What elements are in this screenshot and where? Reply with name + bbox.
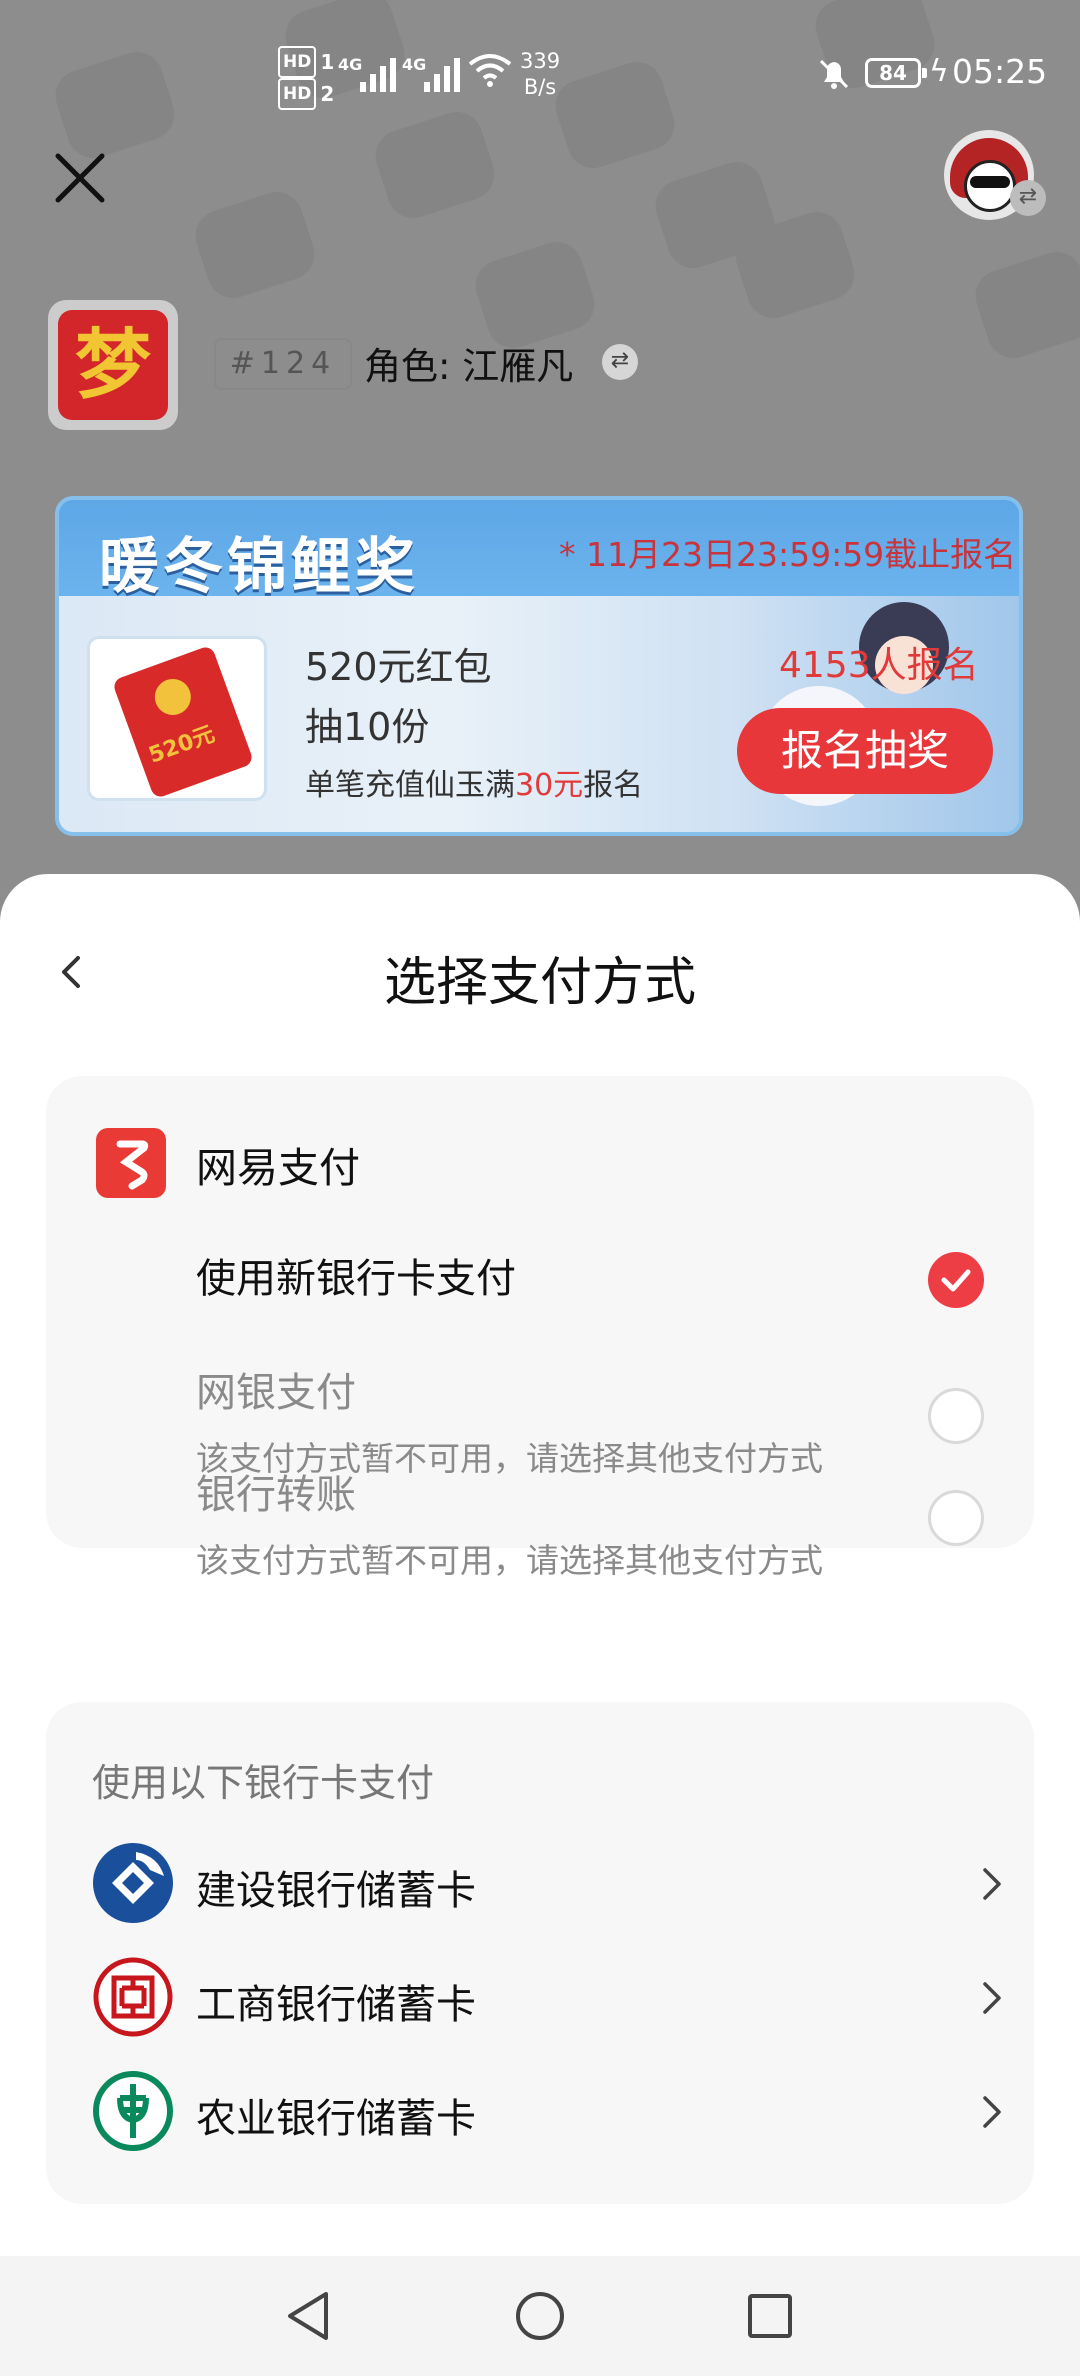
unavailable-note: 该支付方式暂不可用，请选择其他支付方式: [196, 1541, 823, 1580]
wifi-icon: [468, 54, 512, 87]
nav-recents-icon[interactable]: [738, 2284, 802, 2348]
prize-image: 520元: [87, 636, 267, 801]
chevron-right-icon: [983, 1868, 1001, 1900]
provider-title: 网易支付: [196, 1144, 360, 1192]
prize-name: 520元红包: [305, 645, 492, 689]
status-bar: HD 1 HD 2 4G 4G 339 B/s 84 ϟ 05:25: [0, 0, 1080, 150]
chevron-right-icon: [983, 1982, 1001, 2014]
option-bank-transfer[interactable]: 银行转账 该支付方式暂不可用，请选择其他支付方式: [196, 1462, 823, 1582]
radio-bank-transfer[interactable]: [928, 1490, 984, 1546]
bank-card-list: 使用以下银行卡支付 建设银行储蓄卡 工商银行储蓄卡 农业银行储蓄卡: [46, 1702, 1034, 2204]
netease-pay-card: 网易支付 使用新银行卡支付 网银支付 该支付方式暂不可用，请选择其他支付方式 银…: [46, 1076, 1034, 1580]
close-icon[interactable]: [48, 146, 112, 210]
lottery-signup-button[interactable]: 报名抽奖: [737, 708, 993, 794]
charging-icon: ϟ: [929, 54, 949, 89]
icbc-logo-icon: [93, 1957, 173, 2037]
role-label: 角色: 江雁凡: [364, 345, 574, 388]
signal-icon: [360, 52, 396, 92]
game-icon: 梦: [48, 300, 178, 430]
banner-title: 暖冬锦鲤奖: [99, 532, 419, 602]
mute-bell-icon: [819, 59, 849, 89]
radio-new-card-checked[interactable]: [928, 1252, 984, 1308]
banner-deadline: * 11月23日23:59:59截止报名: [559, 535, 1017, 574]
chevron-right-icon: [983, 2096, 1001, 2128]
nav-home-icon[interactable]: [508, 2284, 572, 2348]
system-nav-bar: [0, 2256, 1080, 2376]
swap-account-icon[interactable]: ⇄: [1010, 180, 1046, 216]
abc-logo-icon: [93, 2071, 173, 2151]
option-new-card[interactable]: 使用新银行卡支付: [196, 1246, 516, 1304]
prize-count: 抽10份: [305, 705, 430, 749]
nav-back-icon[interactable]: [276, 2284, 340, 2348]
switch-role-icon[interactable]: ⇄: [602, 344, 638, 380]
radio-online-banking[interactable]: [928, 1388, 984, 1444]
ccb-logo-icon: [93, 1843, 173, 1923]
bank-item-ccb[interactable]: 建设银行储蓄卡: [92, 1838, 1001, 1928]
battery-icon: 84: [865, 58, 927, 88]
bank-section-title: 使用以下银行卡支付: [92, 1761, 435, 1805]
signup-count: 4153人报名: [779, 645, 979, 686]
server-tag: #124: [214, 338, 352, 390]
bank-item-abc[interactable]: 农业银行储蓄卡: [92, 2066, 1001, 2156]
promo-banner[interactable]: 暖冬锦鲤奖 * 11月23日23:59:59截止报名 520元 520元红包 抽…: [55, 496, 1023, 836]
netease-pay-icon: [96, 1128, 166, 1198]
sheet-title: 选择支付方式: [383, 953, 696, 1013]
clock: 05:25: [952, 52, 1048, 91]
network-speed: 339 B/s: [520, 49, 561, 99]
bank-item-icbc[interactable]: 工商银行储蓄卡: [92, 1952, 1001, 2042]
payment-method-sheet: 选择支付方式 网易支付 使用新银行卡支付 网银支付 该支付方式暂不可用，请选择其…: [0, 874, 1080, 2376]
prize-condition: 单笔充值仙玉满30元报名: [305, 768, 644, 803]
signal-icon-2: [424, 52, 460, 92]
game-logo: 梦: [75, 320, 151, 409]
hd-indicator: HD 1 HD 2: [278, 46, 334, 110]
